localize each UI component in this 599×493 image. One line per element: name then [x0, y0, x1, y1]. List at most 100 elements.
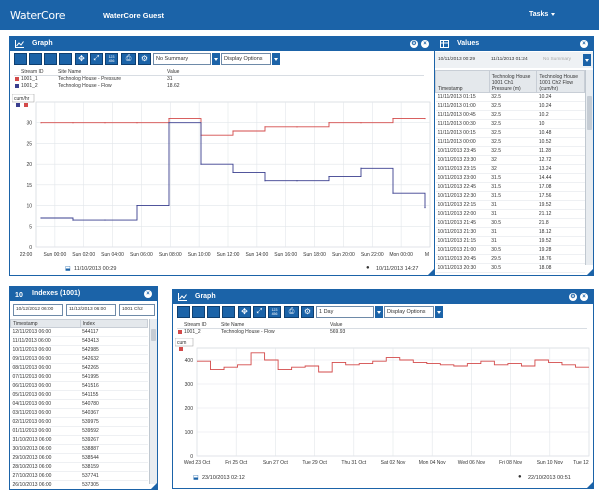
move-button[interactable]: ✥	[238, 306, 251, 318]
indexes-row[interactable]: 05/11/2013 06:00 541155	[10, 390, 148, 400]
resize-handle[interactable]	[587, 269, 593, 275]
values-row[interactable]: 10/11/2013 20:45 29.5 18.76	[435, 254, 585, 264]
table-alt-view-button[interactable]	[29, 53, 42, 65]
values-row[interactable]: 10/11/2013 23:30 32 12.72	[435, 155, 585, 165]
summary-select[interactable]: 1 Day	[316, 306, 374, 318]
display-options-select[interactable]: Display Options	[221, 53, 271, 65]
indexes-row[interactable]: 08/11/2013 06:00 542265	[10, 363, 148, 373]
summary-select[interactable]: No Summary	[153, 53, 211, 65]
gear-button[interactable]: ⚙	[138, 53, 151, 65]
print-button[interactable]: ⎙	[121, 53, 136, 65]
indexes-row[interactable]: 31/10/2013 06:00 539267	[10, 435, 148, 445]
tasks-menu[interactable]: Tasks	[529, 11, 556, 18]
values-row[interactable]: 10/11/2013 21:45 30.5 21.8	[435, 218, 585, 228]
legend-site-name: Technolog House - Flow	[58, 83, 112, 89]
summary-dropdown-arrow[interactable]	[375, 306, 383, 318]
print-button[interactable]: ⎙	[284, 306, 299, 318]
values-row[interactable]: 10/11/2013 21:15 31 19.52	[435, 236, 585, 246]
values-from-date[interactable]: 10/11/2013 00:29	[438, 57, 475, 62]
indexes-col-index[interactable]: Index	[79, 319, 149, 328]
indexes-row[interactable]: 10/11/2013 06:00 542985	[10, 345, 148, 355]
grid-view-button[interactable]	[44, 53, 57, 65]
values-row[interactable]: 11/11/2013 00:30 32.5 10	[435, 119, 585, 129]
indexes-to-date[interactable]: 11/12/2013 06:00	[66, 304, 116, 316]
resize-handle[interactable]	[587, 482, 593, 488]
chart-area[interactable]: 22:00 Sun 00:00 Sun 02:00 Sun 04:00 Sun 06:0…	[11, 93, 433, 262]
display-options-select[interactable]: Display Options	[384, 306, 434, 318]
display-options-dropdown-arrow[interactable]	[272, 53, 280, 65]
summary-dropdown-arrow[interactable]	[212, 53, 220, 65]
values-row[interactable]: 10/11/2013 22:00 31 21.12	[435, 209, 585, 219]
indexes-from-date[interactable]: 10/12/2012 06:00	[13, 304, 63, 316]
numbers-button[interactable]: 123 456	[105, 53, 118, 65]
values-summary-arrow[interactable]	[583, 54, 591, 66]
values-row[interactable]: 11/11/2013 00:15 32.5 10.48	[435, 128, 585, 138]
grid-view-button[interactable]	[207, 306, 220, 318]
values-row[interactable]: 10/11/2013 22:45 31.5 17.08	[435, 182, 585, 192]
close-icon[interactable]: ×	[580, 293, 588, 301]
move-button[interactable]: ✥	[75, 53, 88, 65]
values-row[interactable]: 10/11/2013 23:15 32 13.24	[435, 164, 585, 174]
indexes-row[interactable]: 07/11/2013 06:00 541995	[10, 372, 148, 382]
indexes-row[interactable]: 09/11/2013 06:00 542632	[10, 354, 148, 364]
values-row[interactable]: 11/11/2013 00:45 32.5 10.2	[435, 110, 585, 120]
indexes-index-cell: 542265	[80, 363, 148, 373]
indexes-row[interactable]: 12/11/2013 06:00 544117	[10, 327, 148, 337]
expand-button[interactable]: ⤢	[253, 306, 266, 318]
pressure-flow-chart[interactable]: 22:00 Sun 00:00 Sun 02:00 Sun 04:00 Sun 06:0…	[11, 93, 433, 262]
values-row[interactable]: 11/11/2013 00:00 32.5 10.52	[435, 137, 585, 147]
calendar-button[interactable]	[59, 53, 72, 65]
indexes-row[interactable]: 27/10/2013 06:00 537741	[10, 471, 148, 481]
indexes-row[interactable]: 26/10/2013 06:00 537305	[10, 480, 148, 489]
values-row[interactable]: 10/11/2013 20:30 30.5 18.08	[435, 263, 585, 273]
clock-end-icon[interactable]: ●	[518, 474, 522, 480]
numbers-button[interactable]: 123 456	[268, 306, 281, 318]
data-point	[136, 122, 138, 124]
indexes-row[interactable]: 02/11/2013 06:00 539975	[10, 417, 148, 427]
indexes-col-timestamp[interactable]: Timestamp	[10, 319, 81, 328]
indexes-row[interactable]: 01/11/2013 06:00 539592	[10, 426, 148, 436]
resize-handle[interactable]	[151, 483, 157, 489]
values-pressure-cell: 32.5	[489, 128, 537, 138]
indexes-channel-select[interactable]: 1001 Ch2	[119, 304, 155, 316]
table-view-button[interactable]	[177, 306, 190, 318]
clock-end-icon[interactable]: ●	[366, 265, 370, 271]
values-row[interactable]: 10/11/2013 22:30 31.5 17.56	[435, 191, 585, 201]
values-row[interactable]: 10/11/2013 23:00 31.5 14.44	[435, 173, 585, 183]
values-row[interactable]: 10/11/2013 22:15 31 19.52	[435, 200, 585, 210]
values-col-pressure[interactable]: Technolog House 1001 Ch1 Pressure (m)	[488, 70, 538, 93]
values-row[interactable]: 11/11/2013 01:15 32.5 10.24	[435, 92, 585, 102]
values-row[interactable]: 10/11/2013 21:00 30.5 19.28	[435, 245, 585, 255]
indexes-row[interactable]: 06/11/2013 06:00 541516	[10, 381, 148, 391]
gear-button[interactable]: ⚙	[301, 306, 314, 318]
values-row[interactable]: 10/11/2013 23:45 32.5 11.28	[435, 146, 585, 156]
values-row[interactable]: 11/11/2013 01:00 32.5 10.24	[435, 101, 585, 111]
indexes-scrollbar[interactable]	[149, 319, 157, 484]
daily-flow-chart[interactable]: Wed 23 Oct Fri 25 Oct Sun 27 Oct Tue 29 Oct…	[174, 337, 592, 473]
close-icon[interactable]: ×	[421, 40, 429, 48]
table-view-button[interactable]	[14, 53, 27, 65]
table-alt-view-button[interactable]	[192, 306, 205, 318]
close-icon[interactable]: ×	[144, 290, 152, 298]
expand-button[interactable]: ⤢	[90, 53, 103, 65]
values-col-flow[interactable]: Technolog House 1001 Ch2 Flow (cum/hr)	[536, 70, 585, 93]
indexes-row[interactable]: 30/10/2013 06:00 538887	[10, 444, 148, 454]
indexes-row[interactable]: 03/11/2013 06:00 540367	[10, 408, 148, 418]
calendar-button[interactable]	[222, 306, 235, 318]
indexes-row[interactable]: 04/11/2013 06:00 540780	[10, 399, 148, 409]
settings-icon[interactable]: ⚙	[410, 40, 418, 48]
calendar-start-icon[interactable]: ⬓	[193, 474, 199, 481]
values-scrollbar[interactable]	[585, 70, 593, 265]
calendar-start-icon[interactable]: ⬓	[65, 265, 71, 272]
values-to-date[interactable]: 11/11/2013 01:24	[491, 57, 528, 62]
chart-area[interactable]: Wed 23 Oct Fri 25 Oct Sun 27 Oct Tue 29 Oct…	[174, 337, 592, 473]
indexes-row[interactable]: 28/10/2013 06:00 538159	[10, 462, 148, 472]
indexes-row[interactable]: 29/10/2013 06:00 538544	[10, 453, 148, 463]
indexes-row[interactable]: 11/11/2013 06:00 543413	[10, 336, 148, 346]
close-icon[interactable]: ×	[580, 40, 588, 48]
values-row[interactable]: 10/11/2013 21:30 31 18.12	[435, 227, 585, 237]
values-summary-select[interactable]: No Summary	[543, 57, 571, 62]
display-options-dropdown-arrow[interactable]	[435, 306, 443, 318]
values-col-timestamp[interactable]: Timestamp	[435, 70, 490, 93]
settings-icon[interactable]: ⚙	[569, 293, 577, 301]
